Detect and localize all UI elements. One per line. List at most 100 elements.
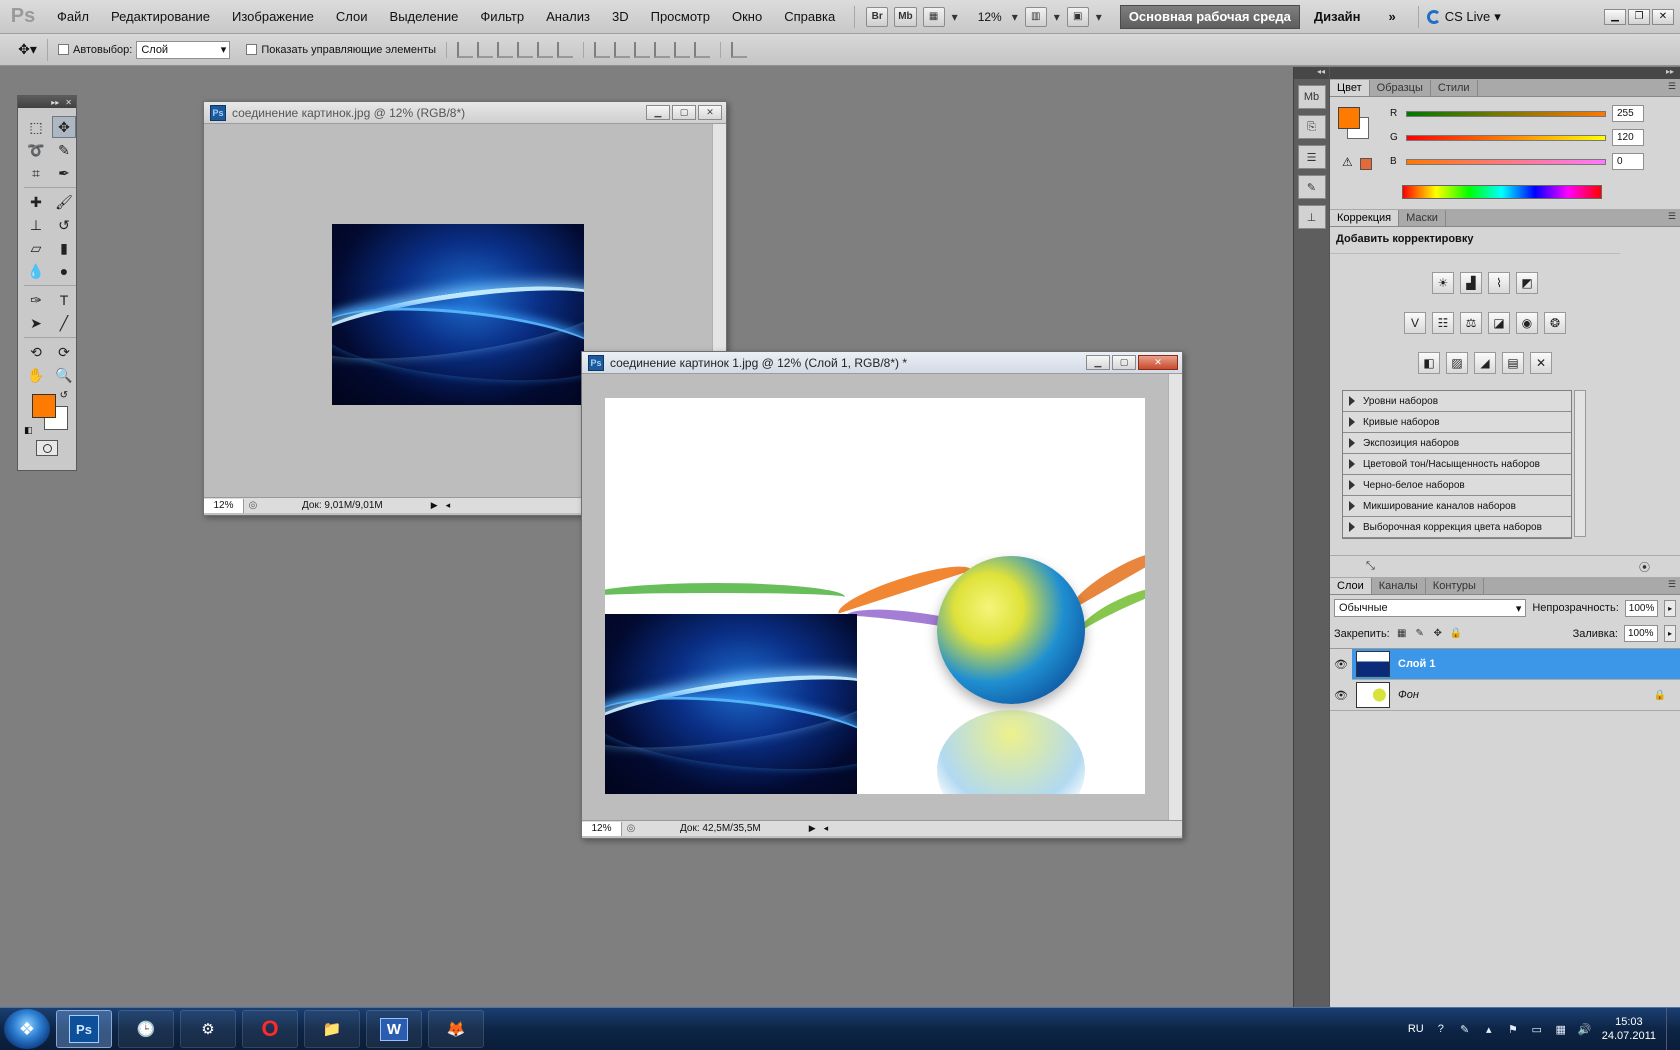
- language-indicator[interactable]: RU: [1408, 1023, 1424, 1035]
- crop-tool[interactable]: ⌗: [24, 162, 48, 184]
- taskbar-word[interactable]: W: [366, 1010, 422, 1048]
- start-button[interactable]: ❖: [4, 1009, 50, 1049]
- hand-tool[interactable]: ✋: [24, 364, 48, 386]
- align-bottom-icon[interactable]: [497, 41, 514, 58]
- document-2-titlebar[interactable]: Ps соединение картинок 1.jpg @ 12% (Слой…: [582, 352, 1182, 374]
- distribute-vcenter-icon[interactable]: [614, 41, 631, 58]
- lock-position-icon[interactable]: ✥: [1432, 628, 1444, 640]
- menu-select[interactable]: Выделение: [379, 9, 470, 24]
- workspace-design-button[interactable]: Дизайн: [1300, 9, 1375, 24]
- scroll-left-icon[interactable]: ◂: [446, 500, 451, 511]
- hue-saturation-icon[interactable]: ☷: [1432, 312, 1454, 334]
- distribute-left-icon[interactable]: [654, 41, 671, 58]
- distribute-hcenter-icon[interactable]: [674, 41, 691, 58]
- menu-filter[interactable]: Фильтр: [469, 9, 535, 24]
- tray-flag-icon[interactable]: ⚑: [1506, 1022, 1520, 1036]
- invert-icon[interactable]: ◧: [1418, 352, 1440, 374]
- brightness-icon[interactable]: ☀: [1432, 272, 1454, 294]
- color-spectrum[interactable]: [1402, 185, 1602, 199]
- type-tool[interactable]: T: [52, 289, 76, 311]
- blur-tool[interactable]: 💧: [24, 260, 48, 282]
- 3d-rotate-tool[interactable]: ⟲: [24, 341, 48, 363]
- expand-view-icon[interactable]: ⤡: [1366, 560, 1375, 573]
- history-brush-tool[interactable]: ↺: [52, 214, 76, 236]
- photo-filter-icon[interactable]: ◉: [1516, 312, 1538, 334]
- visibility-eye-icon[interactable]: 👁: [1330, 648, 1352, 680]
- bridge-button[interactable]: Br: [866, 6, 889, 27]
- menu-edit[interactable]: Редактирование: [100, 9, 221, 24]
- status-menu-icon[interactable]: ▶: [809, 823, 816, 834]
- cs-live-button[interactable]: CS Live ▾: [1426, 9, 1501, 25]
- green-value[interactable]: 120: [1612, 129, 1644, 146]
- lock-all-icon[interactable]: 🔒: [1450, 628, 1462, 640]
- shape-tool[interactable]: ╱: [52, 312, 76, 334]
- tab-channels[interactable]: Каналы: [1372, 578, 1426, 594]
- close-button[interactable]: ✕: [698, 105, 722, 120]
- dock-collapse[interactable]: ◂◂: [1294, 67, 1329, 79]
- color-balance-icon[interactable]: ⚖: [1460, 312, 1482, 334]
- document-1-zoom[interactable]: 12%: [204, 498, 244, 513]
- align-vcenter-icon[interactable]: [477, 41, 494, 58]
- fill-input[interactable]: 100%: [1624, 625, 1658, 642]
- layer-row-background[interactable]: 👁 Фон 🔒: [1330, 680, 1680, 711]
- close-button[interactable]: ✕: [1652, 8, 1674, 25]
- green-slider[interactable]: [1406, 134, 1606, 141]
- selective-color-icon[interactable]: ✕: [1530, 352, 1552, 374]
- history-panel-button[interactable]: ⎘: [1297, 115, 1326, 139]
- distribute-top-icon[interactable]: [594, 41, 611, 58]
- extras-button[interactable]: ▦: [922, 6, 945, 27]
- lasso-tool[interactable]: ➰: [24, 139, 48, 161]
- menu-window[interactable]: Окно: [721, 9, 773, 24]
- menu-image[interactable]: Изображение: [221, 9, 325, 24]
- posterize-icon[interactable]: ▨: [1446, 352, 1468, 374]
- fill-arrow[interactable]: ▸: [1664, 625, 1676, 642]
- close-button[interactable]: ✕: [1138, 355, 1178, 370]
- tab-masks[interactable]: Маски: [1399, 210, 1446, 226]
- show-controls-checkbox[interactable]: [246, 44, 258, 55]
- panel-menu-icon[interactable]: ☰: [1668, 579, 1676, 590]
- minimize-button[interactable]: ▁: [1604, 8, 1626, 25]
- document-2-zoom[interactable]: 12%: [582, 821, 622, 836]
- lock-transparency-icon[interactable]: ▦: [1396, 628, 1408, 640]
- preset-item[interactable]: Микширование каналов наборов: [1343, 496, 1571, 517]
- tray-app-icon[interactable]: ✎: [1458, 1022, 1472, 1036]
- presets-scrollbar[interactable]: [1574, 390, 1586, 537]
- quick-mask-button[interactable]: [36, 440, 58, 456]
- preset-item[interactable]: Уровни наборов: [1343, 391, 1571, 412]
- color-panel-foreground[interactable]: [1338, 107, 1360, 129]
- tab-paths[interactable]: Контуры: [1426, 578, 1484, 594]
- minimize-button[interactable]: ▁: [1086, 355, 1110, 370]
- taskbar-clock-app[interactable]: 🕒: [118, 1010, 174, 1048]
- blend-mode-dropdown[interactable]: Обычные ▾: [1334, 599, 1527, 617]
- taskbar-opera[interactable]: O: [242, 1010, 298, 1048]
- document-2-canvas[interactable]: [582, 374, 1168, 820]
- help-icon[interactable]: ?: [1434, 1022, 1448, 1036]
- collapse-icon[interactable]: ▸▸: [51, 98, 59, 107]
- preset-item[interactable]: Выборочная коррекция цвета наборов: [1343, 517, 1571, 538]
- workspace-more-button[interactable]: »: [1375, 9, 1410, 24]
- gamut-swatch[interactable]: [1360, 158, 1372, 170]
- blue-value[interactable]: 0: [1612, 153, 1644, 170]
- clip-to-layer-icon[interactable]: ⦿: [1639, 559, 1650, 575]
- tab-layers[interactable]: Слои: [1330, 578, 1372, 594]
- eraser-tool[interactable]: ▱: [24, 237, 48, 259]
- layer-row-1[interactable]: 👁 Слой 1: [1330, 648, 1680, 680]
- tab-styles[interactable]: Стили: [1431, 80, 1478, 96]
- 3d-orbit-tool[interactable]: ⟳: [52, 341, 76, 363]
- align-top-icon[interactable]: [457, 41, 474, 58]
- arrange-documents-button[interactable]: ▥: [1024, 6, 1047, 27]
- move-tool[interactable]: ✥: [52, 116, 76, 138]
- menu-help[interactable]: Справка: [773, 9, 846, 24]
- maximize-button[interactable]: ▢: [1112, 355, 1136, 370]
- chevron-down-icon[interactable]: ▾: [1012, 10, 1018, 24]
- quick-select-tool[interactable]: ✎: [52, 139, 76, 161]
- preset-item[interactable]: Экспозиция наборов: [1343, 433, 1571, 454]
- vibrance-icon[interactable]: V: [1404, 312, 1426, 334]
- menu-view[interactable]: Просмотр: [640, 9, 721, 24]
- tab-color[interactable]: Цвет: [1330, 80, 1370, 96]
- taskbar-photoshop[interactable]: Ps: [56, 1010, 112, 1048]
- distribute-bottom-icon[interactable]: [634, 41, 651, 58]
- eyedropper-tool[interactable]: ✒: [52, 162, 76, 184]
- panel-menu-icon[interactable]: ☰: [1668, 81, 1676, 92]
- volume-icon[interactable]: 🔊: [1578, 1022, 1592, 1036]
